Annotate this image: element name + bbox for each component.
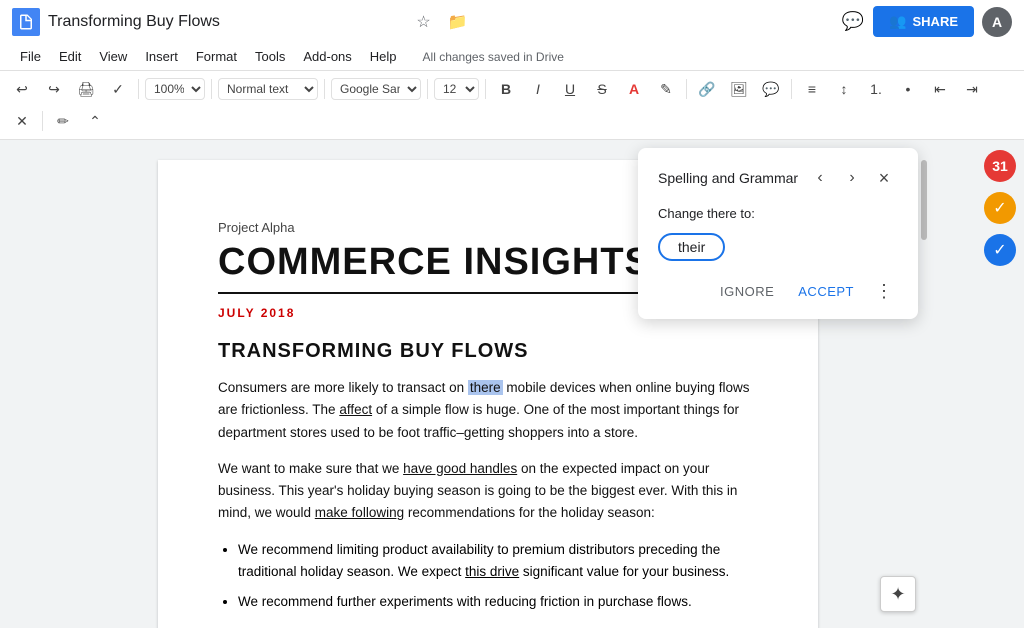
bullet-list-button[interactable]: • <box>894 75 922 103</box>
paragraph-2: We want to make sure that we have good h… <box>218 458 758 525</box>
spelling-close-button[interactable]: × <box>870 164 898 192</box>
more-options-button[interactable]: ⋮ <box>870 277 898 305</box>
divider-2 <box>211 79 212 99</box>
numbered-list-button[interactable]: 1. <box>862 75 890 103</box>
menu-addons[interactable]: Add-ons <box>295 45 359 68</box>
zoom-select[interactable]: 100% <box>145 78 205 100</box>
share-button[interactable]: 👥 SHARE <box>873 6 974 37</box>
divider-4 <box>427 79 428 99</box>
menu-insert[interactable]: Insert <box>137 45 186 68</box>
strikethrough-button[interactable]: S <box>588 75 616 103</box>
spelling-grammar-panel: Spelling and Grammar ‹ › × Change there … <box>638 148 918 319</box>
highlighted-word: there <box>468 380 503 395</box>
star-icon[interactable]: ☆ <box>412 10 436 34</box>
undo-button[interactable]: ↩ <box>8 75 36 103</box>
spelling-suggestion[interactable]: their <box>658 233 725 261</box>
grammar-underlined-following: make following <box>315 505 404 520</box>
save-status: All changes saved in Drive <box>423 50 564 64</box>
title-bar: Transforming Buy Flows ☆ 📁 💬 👥 SHARE A <box>0 0 1024 43</box>
bullet-item-2: We recommend further experiments with re… <box>238 591 758 613</box>
paint-format-button[interactable]: ✏ <box>49 107 77 135</box>
share-icon: 👥 <box>889 13 906 30</box>
bullet-item-1: We recommend limiting product availabili… <box>238 539 758 584</box>
explore-button[interactable]: ✦ <box>880 576 916 612</box>
divider-1 <box>138 79 139 99</box>
avatar[interactable]: A <box>982 7 1012 37</box>
link-this-drive[interactable]: this drive <box>465 564 519 579</box>
style-select[interactable]: Normal text <box>218 78 318 100</box>
underline-button[interactable]: U <box>556 75 584 103</box>
toolbar: ↩ ↪ 🖨 ✓ 100% Normal text Google Sans 12 … <box>0 71 1024 140</box>
font-size-select[interactable]: 12 <box>434 78 479 100</box>
scrollbar[interactable] <box>920 140 928 628</box>
menu-file[interactable]: File <box>12 45 49 68</box>
clear-format-button[interactable]: ✕ <box>8 107 36 135</box>
divider-7 <box>791 79 792 99</box>
image-button[interactable]: 🖼 <box>725 75 753 103</box>
link-button[interactable]: 🔗 <box>693 75 721 103</box>
decrease-indent-button[interactable]: ⇤ <box>926 75 954 103</box>
top-bar: Transforming Buy Flows ☆ 📁 💬 👥 SHARE A F… <box>0 0 1024 71</box>
grammar-underlined-affect: affect <box>339 402 372 417</box>
section-heading: TRANSFORMING BUY FLOWS <box>218 340 758 363</box>
font-select[interactable]: Google Sans <box>331 78 421 100</box>
redo-button[interactable]: ↪ <box>40 75 68 103</box>
menu-bar: File Edit View Insert Format Tools Add-o… <box>0 43 1024 70</box>
folder-icon[interactable]: 📁 <box>446 10 470 34</box>
print-button[interactable]: 🖨 <box>72 75 100 103</box>
menu-view[interactable]: View <box>91 45 135 68</box>
right-sidebar: 31 ✓ ✓ <box>976 140 1024 628</box>
accept-button[interactable]: ACCEPT <box>790 280 862 303</box>
share-label: SHARE <box>913 14 959 29</box>
spelling-nav: ‹ › × <box>806 164 898 192</box>
increase-indent-button[interactable]: ⇥ <box>958 75 986 103</box>
spelling-prev-button[interactable]: ‹ <box>806 164 834 192</box>
title-icons: ☆ 📁 <box>412 10 470 34</box>
bold-button[interactable]: B <box>492 75 520 103</box>
spelling-change-label: Change there to: <box>658 206 898 221</box>
keep-sidebar-icon[interactable]: ✓ <box>984 234 1016 266</box>
font-color-button[interactable]: A <box>620 75 648 103</box>
ignore-button[interactable]: IGNORE <box>712 280 782 303</box>
grammar-underlined-handles: have good handles <box>403 461 517 476</box>
tasks-sidebar-icon[interactable]: ✓ <box>984 192 1016 224</box>
main-area: Project Alpha COMMERCE INSIGHTS JULY 201… <box>0 140 1024 628</box>
align-button[interactable]: ≡ <box>798 75 826 103</box>
divider-8 <box>42 111 43 131</box>
menu-edit[interactable]: Edit <box>51 45 89 68</box>
document-title: Transforming Buy Flows <box>48 13 404 31</box>
divider-6 <box>686 79 687 99</box>
menu-help[interactable]: Help <box>362 45 405 68</box>
divider-3 <box>324 79 325 99</box>
paragraph-1: Consumers are more likely to transact on… <box>218 377 758 444</box>
expand-button[interactable]: ⌃ <box>81 107 109 135</box>
spelling-actions: IGNORE ACCEPT ⋮ <box>658 277 898 305</box>
docs-icon <box>12 8 40 36</box>
menu-tools[interactable]: Tools <box>247 45 293 68</box>
menu-format[interactable]: Format <box>188 45 245 68</box>
comment-button[interactable]: 💬 <box>757 75 785 103</box>
calendar-sidebar-icon[interactable]: 31 <box>984 150 1016 182</box>
spellcheck-button[interactable]: ✓ <box>104 75 132 103</box>
document-area[interactable]: Project Alpha COMMERCE INSIGHTS JULY 201… <box>0 140 976 628</box>
italic-button[interactable]: I <box>524 75 552 103</box>
divider-5 <box>485 79 486 99</box>
spelling-next-button[interactable]: › <box>838 164 866 192</box>
spelling-panel-header: Spelling and Grammar ‹ › × <box>658 164 898 192</box>
chat-icon[interactable]: 💬 <box>841 10 865 34</box>
spelling-panel-title: Spelling and Grammar <box>658 170 798 186</box>
highlight-button[interactable]: ✎ <box>652 75 680 103</box>
line-spacing-button[interactable]: ↕ <box>830 75 858 103</box>
scroll-thumb <box>921 160 927 240</box>
